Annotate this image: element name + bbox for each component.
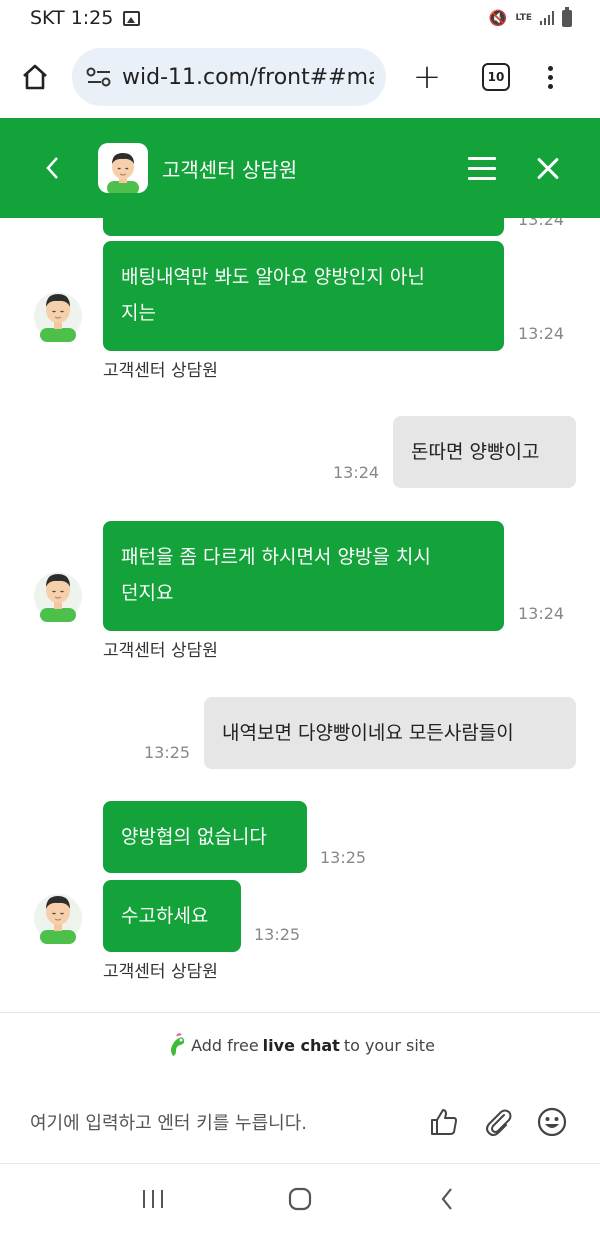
url-text: wid-11.com/front##ma xyxy=(122,64,374,90)
message-text: 내역보면 다양빵이네요 모든사람들이 xyxy=(222,722,514,744)
message-text: 패턴을 좀 다르게 하시면서 양방을 치시 xyxy=(121,546,431,568)
message-time: 13:25 xyxy=(254,925,301,944)
address-bar[interactable]: wid-11.com/front##ma xyxy=(72,48,386,106)
agent-message-bubble: 수고하세요 xyxy=(103,880,241,952)
battery-icon xyxy=(562,6,572,27)
user-message-bubble: 내역보면 다양빵이네요 모든사람들이 xyxy=(204,697,576,769)
message-time: 13:24 xyxy=(333,463,380,482)
chat-header: 고객센터 상담원 xyxy=(0,118,600,218)
thumbs-up-icon[interactable] xyxy=(428,1106,460,1138)
agent-message-bubble: 배팅내역만 봐도 알아요 양방인지 아닌 지는 xyxy=(103,241,504,351)
message-time: 13:25 xyxy=(144,743,191,762)
message-text: 돈따면 양빵이고 xyxy=(411,441,540,463)
message-time: 13:24 xyxy=(518,604,565,623)
sender-name: 고객센터 상담원 xyxy=(103,361,218,381)
home-icon[interactable] xyxy=(20,62,50,92)
image-notification-icon xyxy=(123,10,141,26)
home-nav-icon[interactable] xyxy=(280,1179,320,1219)
agent-message-bubble: 양방협의 없습니다 xyxy=(103,801,307,873)
chat-title: 고객센터 상담원 xyxy=(162,157,298,182)
more-menu-icon[interactable] xyxy=(548,65,553,89)
message-time: 13:24 xyxy=(518,324,565,343)
message-text: 배팅내역만 봐도 알아요 양방인지 아닌 xyxy=(121,266,425,288)
browser-toolbar: wid-11.com/front##ma + 10 xyxy=(0,36,600,118)
close-icon[interactable] xyxy=(536,156,560,180)
sender-name: 고객센터 상담원 xyxy=(103,962,218,982)
back-nav-icon[interactable] xyxy=(427,1179,467,1219)
user-message-bubble: 돈따면 양빵이고 xyxy=(393,416,576,488)
lte-icon: LTE xyxy=(515,12,532,23)
new-tab-icon[interactable]: + xyxy=(412,60,442,94)
sender-name: 고객센터 상담원 xyxy=(103,641,218,661)
status-bar: SKT 1:25 🔇 LTE xyxy=(0,0,600,36)
branding-suffix: to your site xyxy=(343,1035,435,1055)
message-text: 던지요 xyxy=(121,582,174,604)
message-time: 13:24 xyxy=(518,218,565,229)
branding-link[interactable]: Add free live chat to your site xyxy=(0,1032,600,1058)
chat-messages: 13:24 배팅내역만 봐도 알아요 양방인지 아닌 지는 13:24 고객센터… xyxy=(0,218,600,1012)
back-arrow-icon[interactable] xyxy=(44,153,64,183)
message-time: 13:25 xyxy=(320,848,367,867)
agent-avatar xyxy=(34,560,82,622)
hamburger-menu-icon[interactable] xyxy=(468,156,496,180)
recent-apps-icon[interactable] xyxy=(133,1179,173,1219)
branding-bold: live chat xyxy=(262,1035,340,1055)
message-input-row: 여기에 입력하고 엔터 키를 누릅니다. xyxy=(0,1090,600,1154)
site-settings-icon[interactable] xyxy=(86,66,112,88)
signal-icon xyxy=(540,11,554,25)
chameleon-icon xyxy=(171,1033,185,1056)
mute-icon: 🔇 xyxy=(488,9,508,27)
message-text: 지는 xyxy=(121,302,156,324)
message-input[interactable]: 여기에 입력하고 엔터 키를 누릅니다. xyxy=(30,1109,307,1135)
agent-avatar xyxy=(98,143,148,193)
message-text: 수고하세요 xyxy=(121,905,209,927)
emoji-icon[interactable] xyxy=(536,1106,568,1138)
carrier-time: SKT 1:25 xyxy=(30,7,114,29)
attachment-icon[interactable] xyxy=(482,1106,514,1138)
agent-avatar xyxy=(34,280,82,342)
agent-message-bubble: 패턴을 좀 다르게 하시면서 양방을 치시 던지요 xyxy=(103,521,504,631)
system-nav-bar xyxy=(0,1163,600,1233)
agent-avatar xyxy=(34,882,82,944)
tab-switcher-button[interactable]: 10 xyxy=(482,63,510,91)
footer-divider xyxy=(0,1012,600,1013)
message-text: 양방협의 없습니다 xyxy=(121,826,267,848)
branding-prefix: Add free xyxy=(191,1035,259,1055)
agent-message-bubble xyxy=(103,218,504,236)
